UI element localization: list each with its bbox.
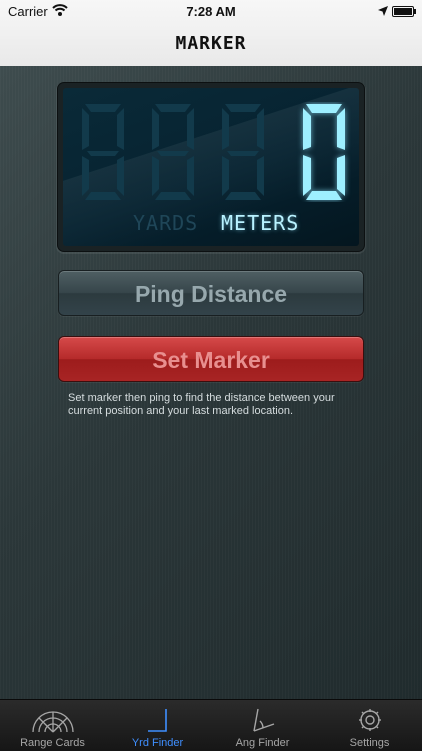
angle-finder-icon — [210, 706, 315, 734]
tab-label: Ang Finder — [235, 737, 290, 749]
tab-settings[interactable]: Settings — [317, 700, 422, 751]
page-title: MARKER — [175, 33, 247, 54]
status-bar: Carrier 7:28 AM — [0, 0, 422, 22]
gear-icon — [317, 706, 422, 734]
battery-icon — [392, 6, 416, 17]
tab-yrd-finder[interactable]: Yrd Finder — [105, 700, 210, 751]
navigation-bar: Carrier 7:28 AM MARKER — [0, 0, 422, 67]
ghost-digit — [82, 104, 124, 200]
tab-label: Settings — [349, 737, 390, 749]
distance-display: 0 YARDS METERS — [58, 83, 364, 251]
location-arrow-icon — [378, 4, 388, 19]
clock: 7:28 AM — [186, 4, 236, 19]
range-cards-icon — [0, 706, 105, 734]
tab-label: Yrd Finder — [131, 737, 184, 749]
help-text: Set marker then ping to find the distanc… — [68, 392, 335, 417]
tab-range-cards[interactable]: Range Cards — [0, 700, 105, 751]
set-marker-button[interactable]: Set Marker — [58, 336, 364, 382]
unit-labels: YARDS METERS — [63, 211, 359, 235]
tab-bar: Range Cards Yrd Finder Ang Finder Settin… — [0, 699, 422, 751]
ghost-digit — [222, 104, 264, 200]
unit-meters[interactable]: METERS — [221, 211, 299, 235]
digit-row: 0 — [73, 102, 357, 202]
unit-yards[interactable]: YARDS — [133, 211, 198, 235]
ghost-digit — [152, 104, 194, 200]
tab-ang-finder[interactable]: Ang Finder — [210, 700, 315, 751]
distance-value-digit — [303, 104, 345, 200]
lcd-screen: 0 YARDS METERS — [63, 88, 359, 246]
tab-label: Range Cards — [20, 737, 85, 749]
yard-finder-icon — [105, 706, 210, 734]
ping-distance-button[interactable]: Ping Distance — [58, 270, 364, 316]
